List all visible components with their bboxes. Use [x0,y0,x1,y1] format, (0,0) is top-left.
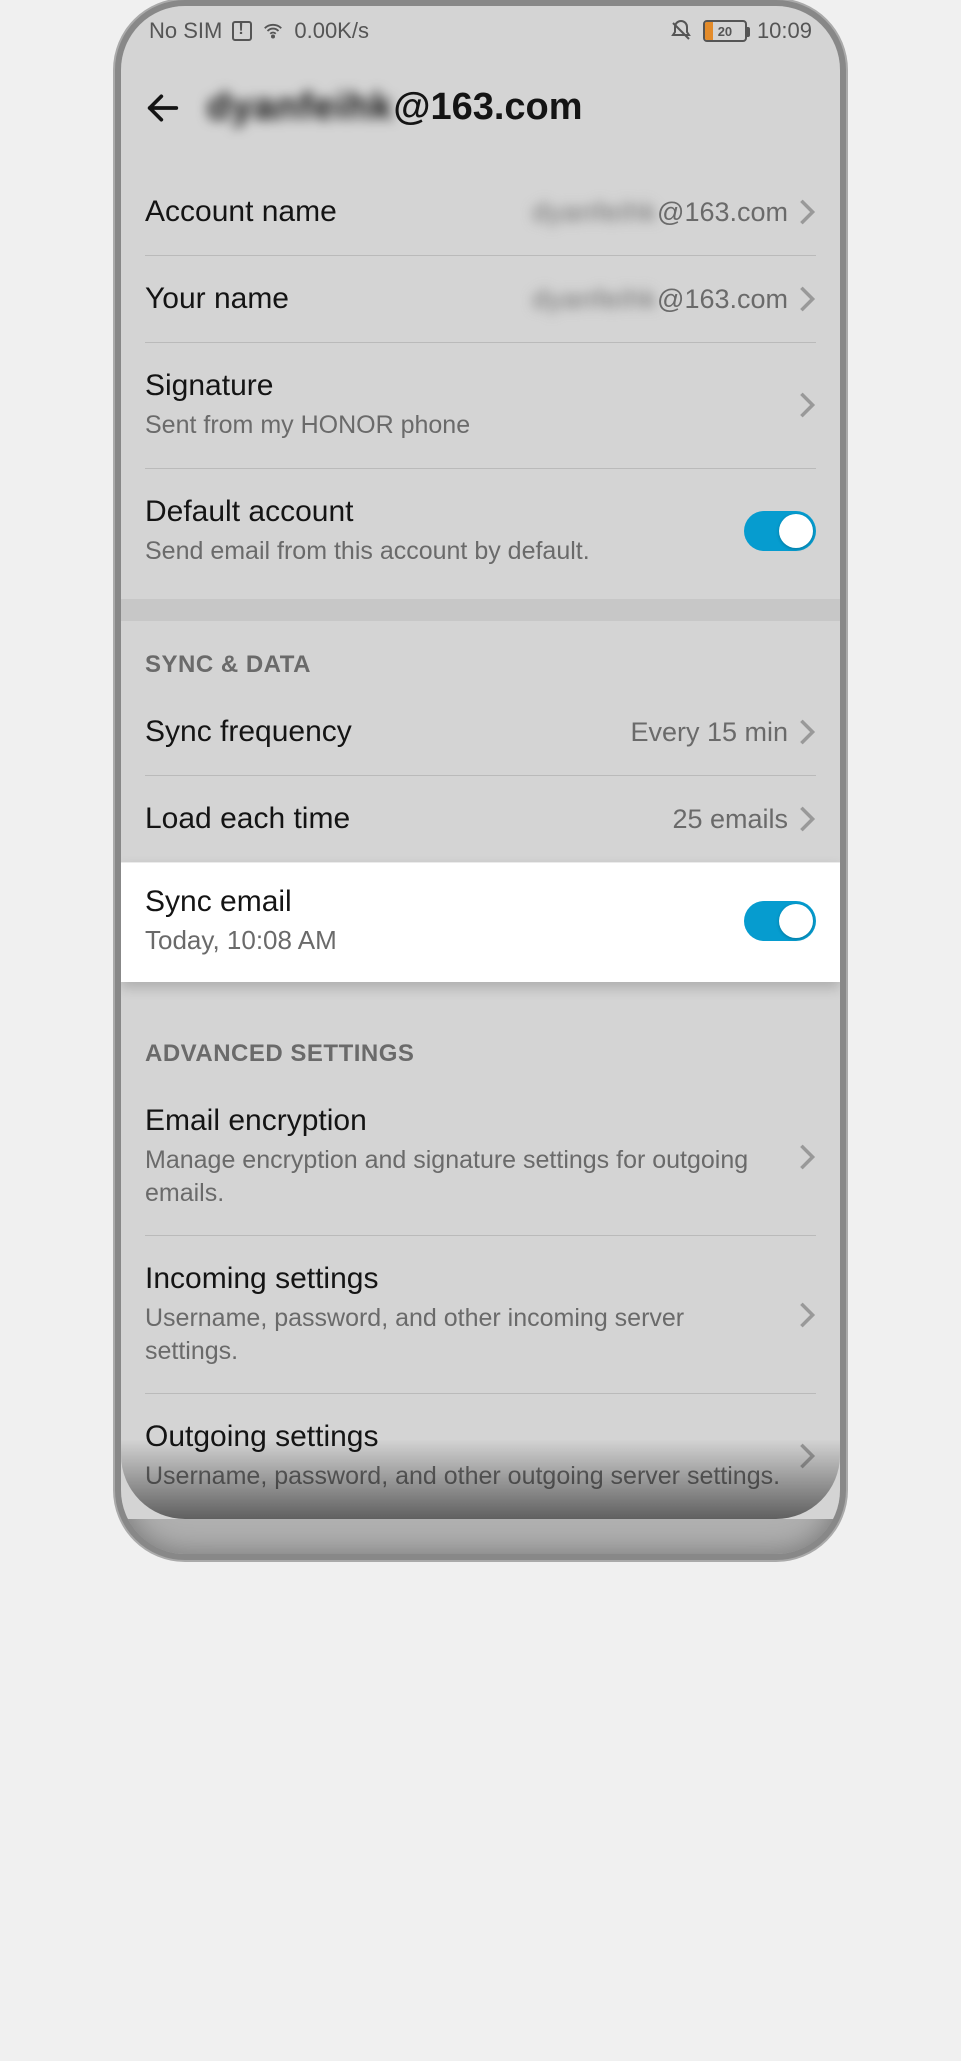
back-button[interactable] [143,88,183,128]
outgoing-settings-sub: Username, password, and other outgoing s… [145,1460,782,1493]
battery-icon: 20 [703,20,747,42]
row-load-each-time[interactable]: Load each time 25 emails [145,776,816,862]
outgoing-settings-label: Outgoing settings [145,1420,782,1454]
row-account-name[interactable]: Account name dyanfeihk@163.com [145,169,816,256]
volume-button [842,386,846,546]
wifi-icon [262,20,284,42]
section-header-sync: SYNC & DATA [145,621,816,689]
row-incoming-settings[interactable]: Incoming settings Username, password, an… [145,1236,816,1394]
section-header-advanced: ADVANCED SETTINGS [145,1010,816,1078]
sync-frequency-label: Sync frequency [145,715,614,749]
row-your-name[interactable]: Your name dyanfeihk@163.com [145,256,816,343]
sim-alert-icon [232,21,252,41]
chevron-right-icon [798,805,816,833]
default-account-sub: Send email from this account by default. [145,535,728,568]
row-sync-frequency[interactable]: Sync frequency Every 15 min [145,689,816,776]
power-button [842,586,846,676]
screen: No SIM 0.00K/s 20 10:09 [121,6,840,1519]
row-outgoing-settings[interactable]: Outgoing settings Username, password, an… [145,1394,816,1519]
chevron-right-icon [798,718,816,746]
your-name-value: dyanfeihk@163.com [532,284,788,315]
page-title: dyanfeihk@163.com [207,86,583,129]
chevron-right-icon [798,391,816,419]
row-sync-email[interactable]: Sync email Today, 10:08 AM [121,862,840,982]
your-name-label: Your name [145,282,516,316]
network-speed: 0.00K/s [294,18,369,44]
email-encryption-sub: Manage encryption and signature settings… [145,1144,782,1209]
status-bar: No SIM 0.00K/s 20 10:09 [121,6,840,56]
chevron-right-icon [798,1143,816,1171]
email-suffix: @163.com [393,86,582,128]
row-signature[interactable]: Signature Sent from my HONOR phone [145,343,816,469]
chevron-right-icon [798,285,816,313]
signature-label: Signature [145,369,782,403]
titlebar: dyanfeihk@163.com [121,56,840,169]
default-account-toggle[interactable] [744,511,816,551]
chevron-right-icon [798,1301,816,1329]
section-divider [145,982,816,1010]
sync-email-toggle[interactable] [744,901,816,941]
row-email-encryption[interactable]: Email encryption Manage encryption and s… [145,1078,816,1236]
phone-frame: No SIM 0.00K/s 20 10:09 [115,0,846,1560]
sync-email-sub: Today, 10:08 AM [145,925,337,956]
account-name-value: dyanfeihk@163.com [532,197,788,228]
chevron-right-icon [798,1442,816,1470]
battery-level: 20 [705,24,745,39]
sync-email-label: Sync email [145,885,337,919]
clock: 10:09 [757,18,812,44]
email-prefix-redacted: dyanfeihk [207,86,393,128]
signature-value: Sent from my HONOR phone [145,409,782,442]
sync-frequency-value: Every 15 min [630,717,788,748]
incoming-settings-sub: Username, password, and other incoming s… [145,1302,782,1367]
load-each-time-value: 25 emails [672,804,788,835]
chevron-right-icon [798,198,816,226]
account-name-label: Account name [145,195,516,229]
row-default-account[interactable]: Default account Send email from this acc… [145,469,816,600]
sim-status: No SIM [149,18,222,44]
section-divider [121,599,840,621]
load-each-time-label: Load each time [145,802,656,836]
incoming-settings-label: Incoming settings [145,1262,782,1296]
mute-icon [669,19,693,43]
email-encryption-label: Email encryption [145,1104,782,1138]
default-account-label: Default account [145,495,728,529]
